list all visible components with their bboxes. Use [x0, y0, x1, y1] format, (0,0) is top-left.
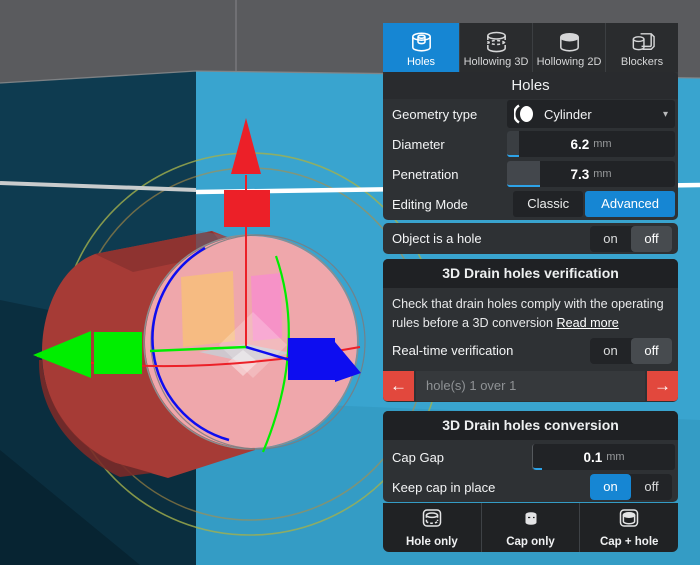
- drain-holes-verification-card: 3D Drain holes verification Check that d…: [383, 259, 678, 402]
- diameter-input[interactable]: 6.2 mm: [507, 131, 675, 157]
- object-is-a-hole-card: Object is a hole on off: [383, 223, 678, 254]
- hollowing-3d-cylinder-icon: [483, 28, 510, 56]
- toggle-on-option[interactable]: on: [590, 226, 631, 252]
- toggle-off-option[interactable]: off: [631, 337, 672, 364]
- tool-tabs: Holes Hollowing 3D Hollowing 2D Blockers: [383, 23, 678, 72]
- tab-label: Holes: [406, 56, 436, 68]
- verification-title: 3D Drain holes verification: [383, 259, 678, 288]
- realtime-verification-toggle: on off: [590, 337, 672, 364]
- tab-blockers[interactable]: Blockers: [605, 23, 678, 72]
- penetration-row: Penetration 7.3 mm: [383, 159, 678, 189]
- cylinder-shape-icon: [514, 103, 535, 125]
- geometry-type-select[interactable]: Cylinder ▾: [507, 100, 675, 128]
- tab-hollowing-3d[interactable]: Hollowing 3D: [459, 23, 532, 72]
- keep-cap-row: Keep cap in place on off: [383, 472, 678, 502]
- penetration-input[interactable]: 7.3 mm: [507, 161, 675, 187]
- object-is-a-hole-label: Object is a hole: [392, 231, 482, 246]
- cap-gap-unit: mm: [606, 451, 625, 463]
- cap-gap-label: Cap Gap: [392, 449, 445, 465]
- hole-counter-status: hole(s) 1 over 1: [416, 370, 645, 401]
- diameter-row: Diameter 6.2 mm: [383, 129, 678, 159]
- object-is-a-hole-toggle: on off: [590, 225, 672, 252]
- keep-cap-label: Keep cap in place: [392, 479, 496, 495]
- cap-plus-hole-button[interactable]: Cap + hole: [579, 503, 678, 552]
- geometry-type-row: Geometry type Cylinder ▾: [383, 99, 678, 129]
- tab-hollowing-2d[interactable]: Hollowing 2D: [532, 23, 605, 72]
- tab-label: Blockers: [620, 56, 664, 68]
- gizmo-up-handle[interactable]: [224, 190, 270, 227]
- box-with-hole-icon: [420, 507, 444, 535]
- hole-navigator: ← hole(s) 1 over 1 →: [383, 370, 678, 401]
- keep-cap-toggle: on off: [590, 474, 672, 500]
- conversion-title: 3D Drain holes conversion: [383, 411, 678, 440]
- hollowing-2d-cylinder-icon: [556, 28, 583, 56]
- cap-cylinder-icon: [519, 507, 543, 535]
- editing-mode-switch: Classic Advanced: [513, 191, 675, 217]
- cap-gap-input[interactable]: 0.1 mm: [532, 444, 675, 470]
- action-label: Cap + hole: [599, 536, 659, 548]
- read-more-link[interactable]: Read more: [557, 316, 619, 330]
- diameter-drag-handle[interactable]: [507, 131, 519, 157]
- gizmo-right-handle[interactable]: [288, 338, 335, 380]
- arrow-right-icon: →: [654, 375, 671, 395]
- toggle-on-option[interactable]: on: [590, 474, 631, 500]
- geometry-type-value: Cylinder: [544, 106, 592, 122]
- editing-mode-label: Editing Mode: [392, 196, 468, 212]
- toggle-off-option[interactable]: off: [631, 225, 672, 252]
- diameter-value: 6.2: [570, 136, 590, 152]
- action-label: Cap only: [506, 536, 555, 548]
- penetration-label: Penetration: [392, 166, 459, 182]
- blocker-cube-cylinder-icon: [629, 28, 656, 56]
- tab-label: Hollowing 3D: [463, 56, 529, 68]
- classic-mode-button[interactable]: Classic: [513, 191, 584, 217]
- verification-description: Check that drain holes comply with the o…: [383, 288, 678, 336]
- arrow-left-icon: ←: [390, 375, 407, 395]
- next-hole-button[interactable]: →: [647, 370, 678, 401]
- application-window: Holes Hollowing 3D Hollowing 2D Blockers…: [0, 0, 700, 565]
- toggle-off-option[interactable]: off: [631, 474, 672, 500]
- advanced-mode-button[interactable]: Advanced: [585, 191, 675, 217]
- cap-gap-drag-handle[interactable]: [533, 444, 542, 470]
- geometry-type-label: Geometry type: [392, 106, 478, 122]
- penetration-unit: mm: [593, 168, 612, 180]
- gizmo-left-handle[interactable]: [94, 332, 142, 374]
- toggle-on-option[interactable]: on: [590, 338, 631, 364]
- realtime-verification-row: Real-time verification on off: [383, 336, 678, 366]
- box-with-cap-and-hole-icon: [617, 507, 641, 535]
- diameter-label: Diameter: [392, 136, 445, 152]
- previous-hole-button[interactable]: ←: [383, 370, 414, 401]
- holes-settings-card: Holes Geometry type Cylinder ▾ Diameter …: [383, 72, 678, 220]
- conversion-actions-bar: Hole only Cap only Cap + hole: [383, 503, 678, 552]
- cap-gap-value: 0.1: [583, 449, 603, 465]
- penetration-value: 7.3: [570, 166, 590, 182]
- tab-label: Hollowing 2D: [536, 56, 602, 68]
- hole-only-button[interactable]: Hole only: [383, 503, 481, 552]
- diameter-unit: mm: [593, 138, 612, 150]
- penetration-drag-handle[interactable]: [507, 161, 540, 187]
- editing-mode-row: Editing Mode Classic Advanced: [383, 189, 678, 219]
- panel-title: Holes: [383, 72, 678, 99]
- tab-holes[interactable]: Holes: [383, 23, 459, 72]
- realtime-verification-label: Real-time verification: [392, 343, 514, 359]
- drain-holes-conversion-card: 3D Drain holes conversion Cap Gap 0.1 mm…: [383, 411, 678, 502]
- object-is-a-hole-row: Object is a hole on off: [383, 223, 678, 254]
- chevron-down-icon: ▾: [662, 108, 668, 120]
- verification-description-text: Check that drain holes comply with the o…: [392, 297, 664, 330]
- action-label: Hole only: [405, 536, 458, 548]
- holes-cylinder-icon: [408, 28, 435, 56]
- cap-gap-row: Cap Gap 0.1 mm: [383, 442, 678, 472]
- cap-only-button[interactable]: Cap only: [480, 503, 580, 552]
- decal-orange-panel: [181, 271, 235, 347]
